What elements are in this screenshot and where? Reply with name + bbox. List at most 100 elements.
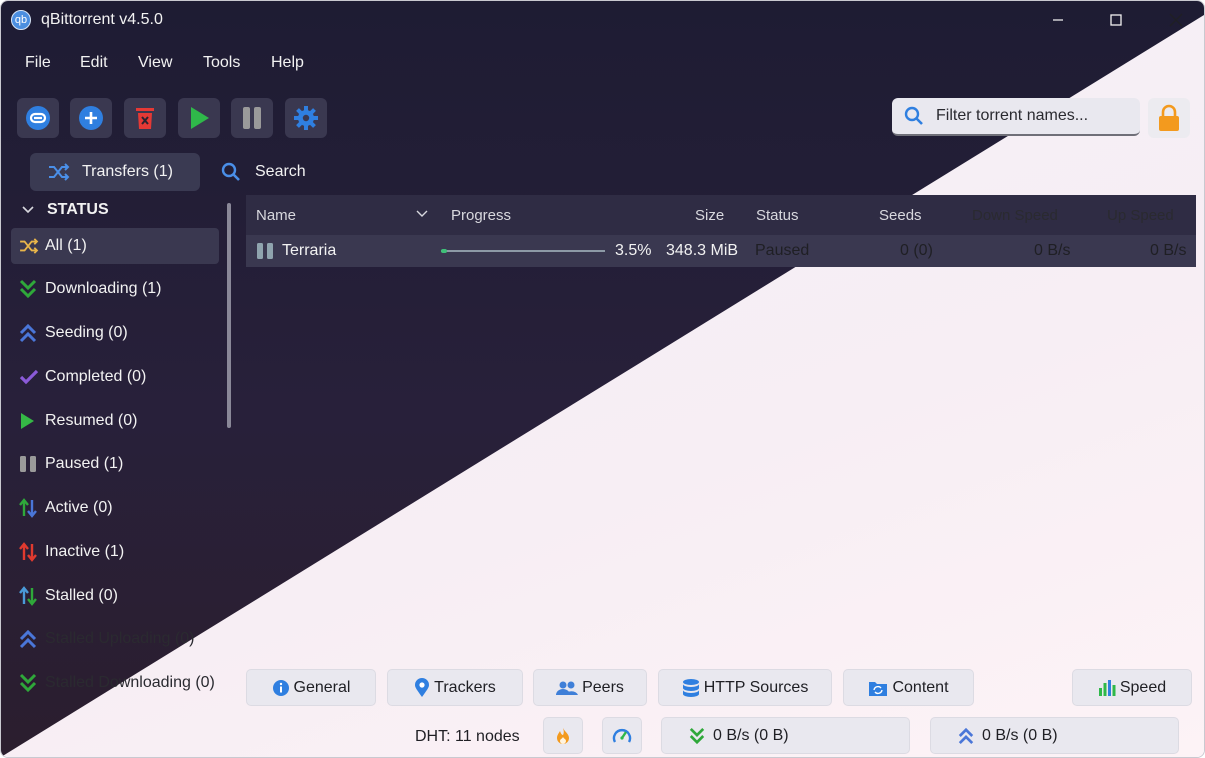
arrows-up-down-icon bbox=[19, 542, 37, 562]
column-up-speed[interactable]: Up Speed bbox=[1107, 207, 1174, 224]
lock-button[interactable] bbox=[1148, 98, 1190, 138]
double-chevron-down-icon bbox=[19, 279, 37, 299]
sidebar-item-seeding[interactable]: Seeding (0) bbox=[11, 315, 219, 351]
column-progress[interactable]: Progress bbox=[451, 207, 511, 224]
tab-content[interactable]: Content bbox=[843, 669, 974, 706]
add-link-button[interactable] bbox=[17, 98, 59, 138]
maximize-button[interactable] bbox=[1101, 9, 1131, 31]
torrent-status: Paused bbox=[755, 242, 810, 259]
speed-limits-button[interactable] bbox=[602, 717, 642, 754]
minimize-icon bbox=[1053, 19, 1063, 21]
tab-http-sources-label: HTTP Sources bbox=[703, 678, 809, 696]
tab-search[interactable]: Search bbox=[221, 153, 306, 191]
arrows-up-down-icon bbox=[19, 586, 37, 606]
double-chevron-up-icon bbox=[19, 323, 37, 343]
tab-peers-label: Peers bbox=[582, 678, 624, 696]
sidebar-item-label: Active (0) bbox=[45, 499, 113, 516]
torrent-size: 348.3 MiB bbox=[666, 242, 739, 259]
pause-icon bbox=[20, 456, 36, 472]
folder-sync-icon bbox=[869, 681, 888, 696]
sidebar-scrollbar[interactable] bbox=[227, 203, 231, 428]
torrent-progress: 3.5% bbox=[615, 242, 652, 259]
app-logo-icon: qb bbox=[11, 10, 31, 30]
tab-peers[interactable]: Peers bbox=[533, 669, 647, 706]
column-size[interactable]: Size bbox=[695, 207, 724, 224]
sidebar-item-label: Completed (0) bbox=[45, 368, 147, 385]
sidebar-item-stalled[interactable]: Stalled (0) bbox=[11, 578, 219, 614]
sidebar-item-label: Resumed (0) bbox=[45, 412, 138, 429]
filter-input[interactable]: Filter torrent names... bbox=[892, 98, 1140, 136]
pause-icon bbox=[243, 107, 261, 129]
tab-transfers[interactable]: Transfers (1) bbox=[30, 153, 200, 191]
checkmark-icon bbox=[19, 369, 39, 385]
sidebar-item-paused[interactable]: Paused (1) bbox=[11, 446, 219, 482]
menu-file[interactable]: File bbox=[25, 54, 51, 72]
dht-status: DHT: 11 nodes bbox=[415, 728, 520, 745]
sidebar-item-label: Stalled Downloading (0) bbox=[45, 674, 215, 691]
tab-speed[interactable]: Speed bbox=[1072, 669, 1192, 706]
sidebar-item-resumed[interactable]: Resumed (0) bbox=[11, 403, 219, 439]
sidebar-item-label: Paused (1) bbox=[45, 455, 124, 472]
add-torrent-button[interactable] bbox=[70, 98, 112, 138]
tab-content-label: Content bbox=[892, 678, 949, 696]
double-chevron-up-icon bbox=[19, 629, 37, 649]
flame-icon bbox=[557, 727, 569, 744]
window-title: qBittorrent v4.5.0 bbox=[41, 11, 163, 28]
table-row[interactable]: Terraria 3.5% 348.3 MiB Paused 0 (0) 0 B… bbox=[246, 235, 1196, 267]
tab-general[interactable]: General bbox=[246, 669, 376, 706]
sidebar-item-all[interactable]: All (1) bbox=[11, 228, 219, 264]
search-icon bbox=[221, 162, 240, 181]
download-speed-status[interactable]: 0 B/s (0 B) bbox=[661, 717, 910, 754]
sidebar-item-stalled-downloading[interactable]: Stalled Downloading (0) bbox=[11, 665, 219, 701]
sidebar-item-stalled-uploading[interactable]: Stalled Uploading (0) bbox=[11, 621, 219, 657]
upload-speed-status[interactable]: 0 B/s (0 B) bbox=[930, 717, 1179, 754]
torrent-name: Terraria bbox=[282, 242, 337, 259]
status-header[interactable]: STATUS bbox=[21, 201, 109, 219]
menu-help[interactable]: Help bbox=[271, 54, 304, 72]
options-button[interactable] bbox=[285, 98, 327, 138]
sort-chevron-icon[interactable] bbox=[416, 210, 428, 218]
alt-speed-toggle[interactable] bbox=[543, 717, 583, 754]
tab-trackers[interactable]: Trackers bbox=[387, 669, 523, 706]
tab-http-sources[interactable]: HTTP Sources bbox=[658, 669, 832, 706]
shuffle-icon bbox=[49, 163, 70, 181]
minimize-button[interactable] bbox=[1043, 9, 1073, 31]
app-logo-text: qb bbox=[14, 14, 28, 26]
double-chevron-down-icon bbox=[19, 673, 37, 693]
progress-fill bbox=[441, 249, 447, 253]
maximize-icon bbox=[1110, 14, 1122, 26]
sidebar-item-completed[interactable]: Completed (0) bbox=[11, 359, 219, 395]
sidebar-item-label: Stalled Uploading (0) bbox=[45, 630, 195, 647]
torrent-down-speed: 0 B/s bbox=[1034, 242, 1071, 259]
sidebar-item-label: All (1) bbox=[45, 237, 87, 254]
tab-transfers-label: Transfers (1) bbox=[82, 163, 173, 180]
column-seeds[interactable]: Seeds bbox=[879, 207, 922, 224]
column-down-speed[interactable]: Down Speed bbox=[972, 207, 1058, 224]
upload-speed-text: 0 B/s (0 B) bbox=[982, 726, 1058, 744]
tab-search-label: Search bbox=[255, 163, 306, 180]
column-status[interactable]: Status bbox=[756, 207, 799, 224]
close-button[interactable] bbox=[1161, 9, 1191, 31]
menu-edit[interactable]: Edit bbox=[80, 54, 108, 72]
sidebar-item-active[interactable]: Active (0) bbox=[11, 490, 219, 526]
tab-trackers-label: Trackers bbox=[434, 678, 496, 696]
torrent-up-speed: 0 B/s bbox=[1150, 242, 1187, 259]
arrows-up-down-icon bbox=[19, 498, 37, 518]
pause-button[interactable] bbox=[231, 98, 273, 138]
sidebar-item-label: Seeding (0) bbox=[45, 324, 128, 341]
sidebar-item-downloading[interactable]: Downloading (1) bbox=[11, 271, 219, 307]
menu-tools[interactable]: Tools bbox=[203, 54, 240, 72]
download-speed-text: 0 B/s (0 B) bbox=[713, 726, 789, 744]
sidebar-item-inactive[interactable]: Inactive (1) bbox=[11, 534, 219, 570]
info-icon bbox=[272, 679, 289, 696]
database-icon bbox=[682, 678, 699, 697]
play-icon bbox=[191, 107, 209, 129]
table-header: Name Progress Size Status Seeds Down Spe… bbox=[246, 195, 1196, 235]
delete-torrent-button[interactable] bbox=[124, 98, 166, 138]
menu-view[interactable]: View bbox=[138, 54, 172, 72]
column-name[interactable]: Name bbox=[256, 207, 296, 224]
main-window: qb qBittorrent v4.5.0 File Edit View Too… bbox=[0, 0, 1205, 758]
resume-button[interactable] bbox=[178, 98, 220, 138]
sidebar-item-label: Downloading (1) bbox=[45, 280, 162, 297]
play-icon bbox=[21, 413, 34, 429]
